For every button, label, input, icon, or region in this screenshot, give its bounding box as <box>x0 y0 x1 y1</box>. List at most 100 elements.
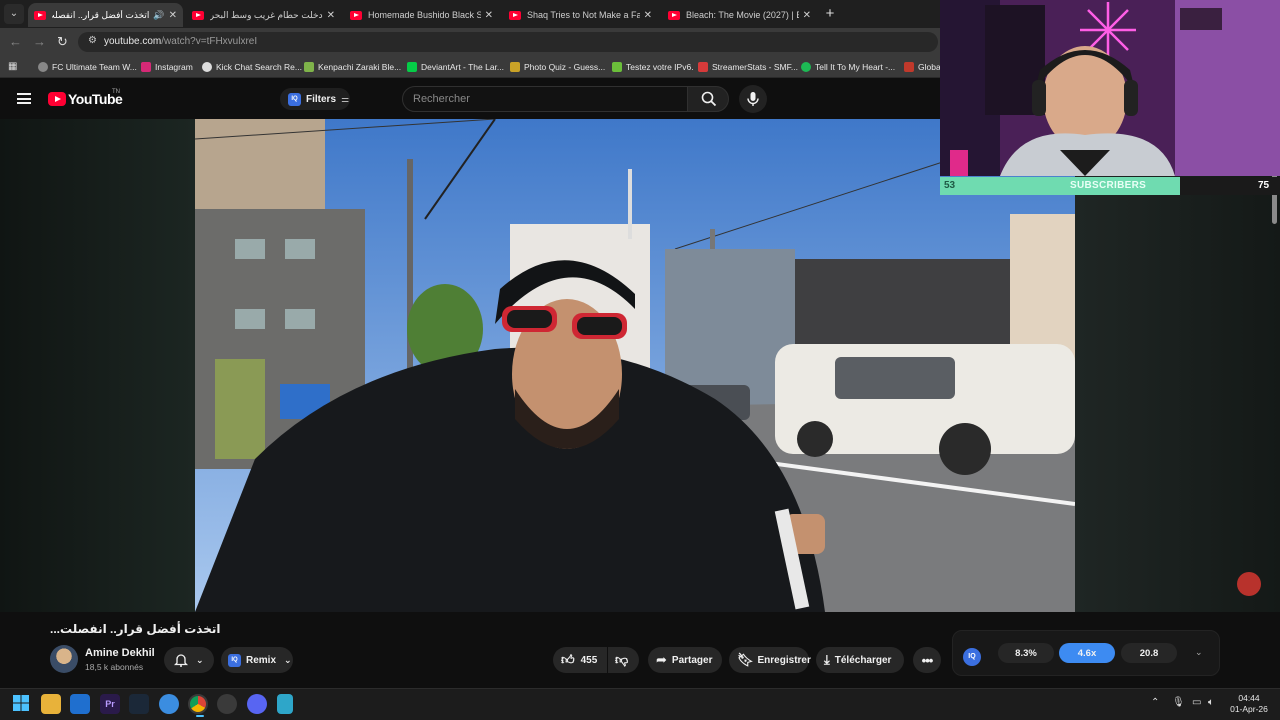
clock-date: 01-Apr-26 <box>1230 704 1268 714</box>
search-icon <box>701 91 717 107</box>
bookmark-label: FC Ultimate Team W... <box>52 62 137 72</box>
bookmark-item[interactable]: DeviantArt - The Lar... <box>407 60 504 74</box>
tab-2[interactable]: دخلت حطام غريب وسط البحر و ... ✕ <box>186 3 341 27</box>
file-explorer-icon[interactable] <box>41 694 61 714</box>
bookmark-label: Testez votre IPv6. <box>626 62 694 72</box>
bookmark-label: Globa <box>918 62 941 72</box>
tab-3[interactable]: Homemade Bushido Black Smo... ✕ <box>344 3 499 27</box>
chevron-down-icon: ⌄ <box>196 654 204 665</box>
iq-icon: IQ <box>288 92 301 106</box>
iq-stat-1[interactable]: 8.3% <box>998 643 1054 663</box>
chevron-up-icon[interactable]: ⌃ <box>1151 697 1159 708</box>
sliders-icon: ⚌ <box>341 93 350 104</box>
tab-title: دخلت حطام غريب وسط البحر و ... <box>210 9 323 20</box>
close-tab-icon[interactable]: ✕ <box>327 10 335 21</box>
bookmark-label: Instagram <box>155 62 193 72</box>
close-tab-icon[interactable]: ✕ <box>803 10 811 21</box>
deviantart-icon <box>407 62 417 72</box>
tab-1[interactable]: اتخذت أفضل قرار.. انفصلت... 🔊 ✕ <box>28 3 183 27</box>
instagram-icon <box>141 62 151 72</box>
channel-name[interactable]: Amine Dekhil <box>85 647 155 659</box>
bookmark-item[interactable]: Testez votre IPv6. <box>612 60 694 74</box>
notepad-icon[interactable] <box>277 694 293 714</box>
bookmark-label: Kenpachi Zaraki Ble... <box>318 62 402 72</box>
subscriber-goal-target: 75 <box>1258 180 1270 191</box>
windows-start-icon[interactable] <box>12 694 32 714</box>
share-button[interactable]: ➦ Partager <box>648 647 722 673</box>
more-horizontal-icon: ••• <box>921 652 934 668</box>
steam-icon[interactable] <box>129 694 149 714</box>
tab-5[interactable]: Bleach: The Movie (2027) | Bloo... ✕ <box>662 3 817 27</box>
speaker-icon[interactable]: 🔊 <box>153 10 164 21</box>
tab-search-menu-button[interactable]: ⌄ <box>4 4 24 24</box>
filters-button[interactable]: IQ Filters ⚌ <box>280 88 350 110</box>
webcam-overlay <box>940 0 1280 176</box>
like-button[interactable]: 👍︎ 455 <box>553 647 607 673</box>
iq-stat-3[interactable]: 20.8 <box>1121 643 1177 663</box>
search-input[interactable]: Rechercher <box>402 86 688 112</box>
windows-logo-icon <box>13 695 29 711</box>
close-tab-icon[interactable]: ✕ <box>169 10 177 21</box>
bookmark-item[interactable]: Instagram <box>141 60 193 74</box>
system-clock[interactable]: 04:44 01-Apr-26 <box>1224 693 1274 715</box>
bookmark-item[interactable]: Kick Chat Search Re... <box>202 60 302 74</box>
network-icon[interactable]: ▭ <box>1192 697 1201 708</box>
save-label: Enregistrer <box>757 654 811 666</box>
chrome-icon[interactable] <box>188 694 208 714</box>
url-domain: youtube.com <box>104 36 162 47</box>
bookmark-favicon-icon <box>38 62 48 72</box>
bookmark-favicon-icon <box>612 62 622 72</box>
save-button[interactable]: 🔖︎ Enregistrer <box>729 647 811 673</box>
youtube-logo-icon[interactable] <box>48 92 66 106</box>
floating-sticker-icon[interactable] <box>1237 572 1261 596</box>
iq-stat-2[interactable]: 4.6x <box>1059 643 1115 663</box>
url-text[interactable]: youtube.com/watch?v=tFHxvulxreI <box>104 36 257 47</box>
search-button[interactable] <box>687 86 729 112</box>
reload-icon[interactable]: ↻ <box>57 34 68 50</box>
microphone-icon[interactable]: 🎙︎ <box>1172 697 1185 708</box>
remix-button[interactable]: IQ Remix ⌄ <box>221 647 293 673</box>
site-info-icon[interactable]: ⚙ <box>88 35 97 46</box>
download-icon: ⤓ <box>824 652 830 667</box>
youtube-favicon-icon <box>192 10 204 20</box>
bookmark-item[interactable]: StreamerStats - SMF... <box>698 60 798 74</box>
chevron-down-icon[interactable]: ⌄ <box>1195 647 1203 658</box>
bookmark-label: Photo Quiz - Guess... <box>524 62 606 72</box>
volume-icon[interactable]: 🔈︎ <box>1208 697 1214 708</box>
voice-search-button[interactable] <box>739 85 767 113</box>
bookmark-item[interactable]: Kenpachi Zaraki Ble... <box>304 60 401 74</box>
menu-icon[interactable] <box>17 93 31 104</box>
bookmark-item[interactable]: FC Ultimate Team W... <box>38 60 137 74</box>
bell-icon <box>174 654 188 667</box>
premiere-pro-icon[interactable]: Pr <box>100 694 120 714</box>
app-icon[interactable] <box>159 694 179 714</box>
close-tab-icon[interactable]: ✕ <box>644 10 652 21</box>
tab-4[interactable]: Shaq Tries to Not Make a Face... ✕ <box>503 3 658 27</box>
iq-panel-logo: IQ <box>963 645 986 666</box>
more-actions-button[interactable]: ••• <box>913 647 941 673</box>
clock-time: 04:44 <box>1238 693 1260 703</box>
youtube-favicon-icon <box>509 10 521 20</box>
forward-arrow-icon[interactable]: → <box>33 34 46 49</box>
ambient-background-left <box>0 119 195 612</box>
discord-icon[interactable] <box>247 694 267 714</box>
country-code: TN <box>112 89 120 95</box>
close-tab-icon[interactable]: ✕ <box>485 10 493 21</box>
active-app-indicator <box>196 715 204 717</box>
notifications-button[interactable]: ⌄ <box>164 647 214 673</box>
download-button[interactable]: ⤓ Télécharger <box>816 647 904 673</box>
apps-grid-icon[interactable]: ▦ <box>8 61 17 72</box>
dislike-button[interactable]: 👎︎ <box>608 647 639 673</box>
new-tab-button[interactable]: + <box>822 5 838 22</box>
outlook-icon[interactable] <box>70 694 90 714</box>
channel-avatar[interactable] <box>50 645 78 673</box>
back-arrow-icon[interactable]: ← <box>9 34 22 49</box>
share-icon: ➦ <box>656 652 667 667</box>
app-icon[interactable] <box>217 694 237 714</box>
bookmark-item[interactable]: Globa <box>904 60 941 74</box>
chevron-down-icon: ⌄ <box>284 654 292 665</box>
tab-title: Bleach: The Movie (2027) | Bloo... <box>686 10 799 20</box>
bookmark-item[interactable]: Photo Quiz - Guess... <box>510 60 605 74</box>
youtube-favicon-icon <box>34 10 46 20</box>
bookmark-item[interactable]: Tell It To My Heart -... <box>801 60 895 74</box>
